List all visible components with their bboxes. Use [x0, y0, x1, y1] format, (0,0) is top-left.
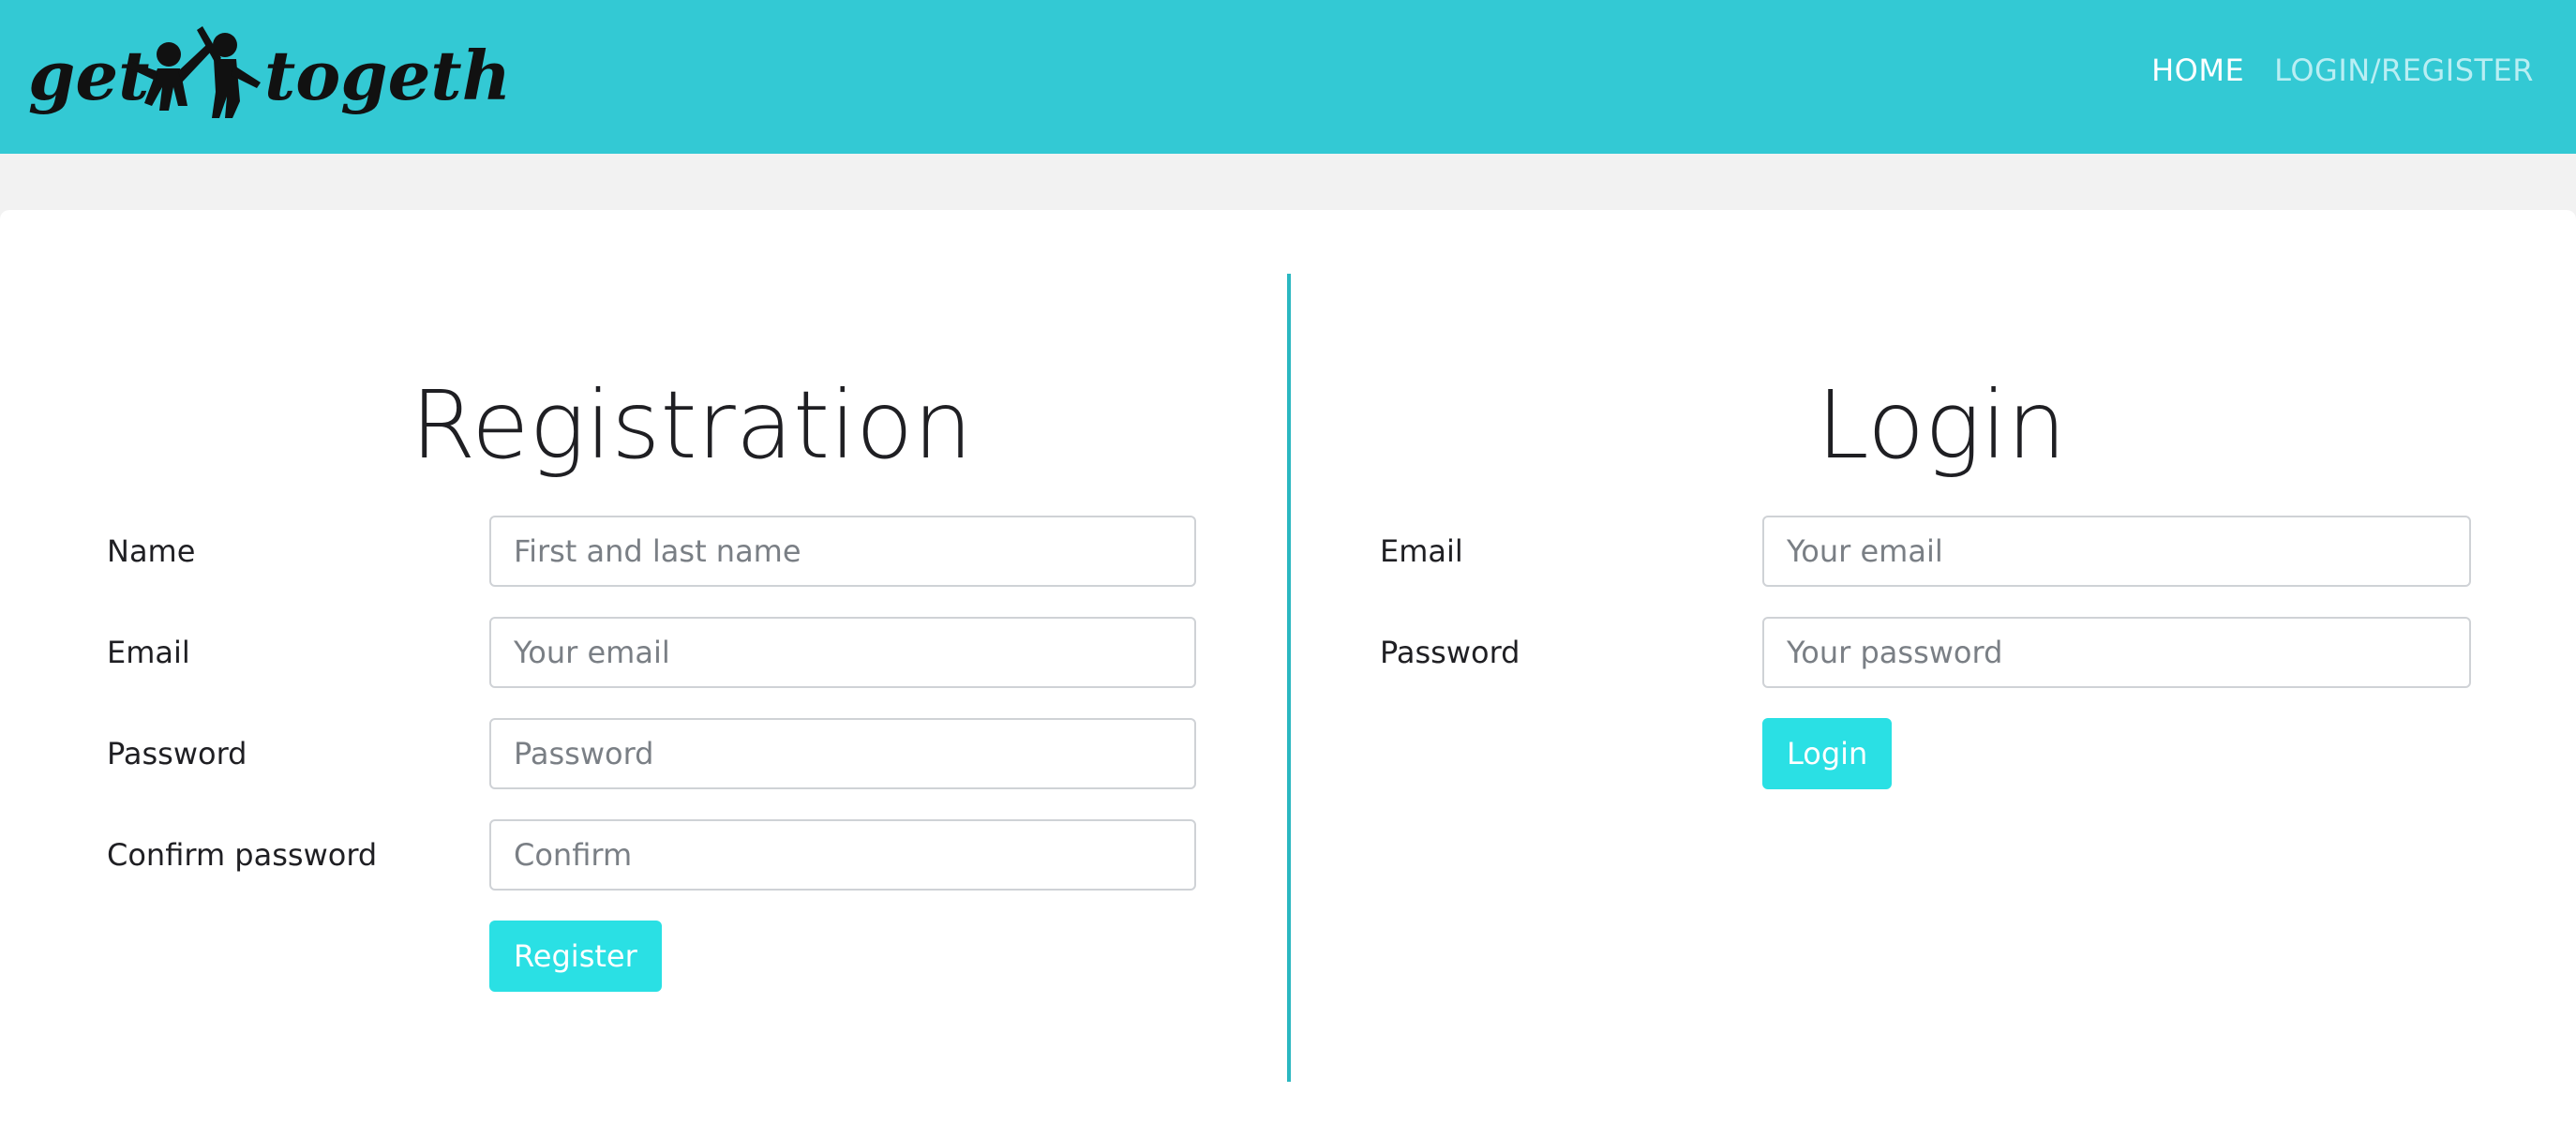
auth-card: Registration Name Email Password Confirm…: [0, 210, 2576, 1138]
confirm-password-label: Confirm password: [107, 837, 378, 873]
main-nav: HOME LOGIN/REGISTER: [2151, 52, 2534, 88]
registration-title: Registration: [411, 370, 973, 480]
login-password-label: Password: [1380, 635, 1520, 670]
nav-home-link[interactable]: HOME: [2151, 52, 2244, 88]
get-together-logo[interactable]: get together: [28, 17, 506, 137]
registration-password-label: Password: [107, 736, 247, 771]
logo-text-left: get: [28, 36, 149, 115]
login-button[interactable]: Login: [1762, 718, 1893, 789]
login-email-input[interactable]: [1762, 516, 2471, 587]
login-title: Login: [1817, 370, 2067, 480]
logo-text-right: together: [264, 36, 506, 115]
registration-email-label: Email: [107, 635, 190, 670]
nav-login-register-link[interactable]: LOGIN/REGISTER: [2274, 52, 2534, 88]
top-navbar: get together HOME LOGIN/REGISTER: [0, 0, 2576, 154]
name-input[interactable]: [489, 516, 1196, 587]
login-password-input[interactable]: [1762, 617, 2471, 688]
panel-divider: [1287, 274, 1291, 1082]
confirm-password-input[interactable]: [489, 819, 1196, 891]
registration-email-input[interactable]: [489, 617, 1196, 688]
register-button[interactable]: Register: [489, 921, 662, 992]
registration-password-input[interactable]: [489, 718, 1196, 789]
login-email-label: Email: [1380, 533, 1463, 569]
name-label: Name: [107, 533, 196, 569]
